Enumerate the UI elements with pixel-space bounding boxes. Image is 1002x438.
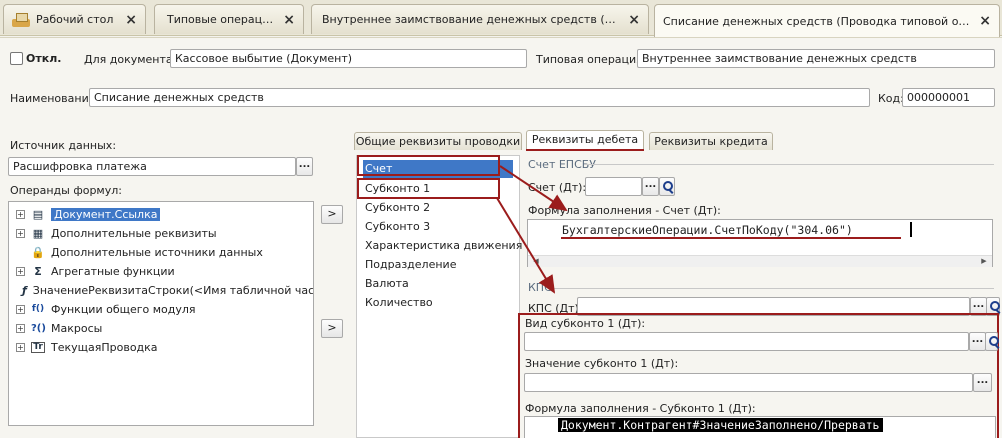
arrow-to-subconto-fields bbox=[496, 197, 556, 294]
annotation-arrows bbox=[496, 165, 568, 294]
arrow-to-account-formula bbox=[499, 165, 568, 212]
